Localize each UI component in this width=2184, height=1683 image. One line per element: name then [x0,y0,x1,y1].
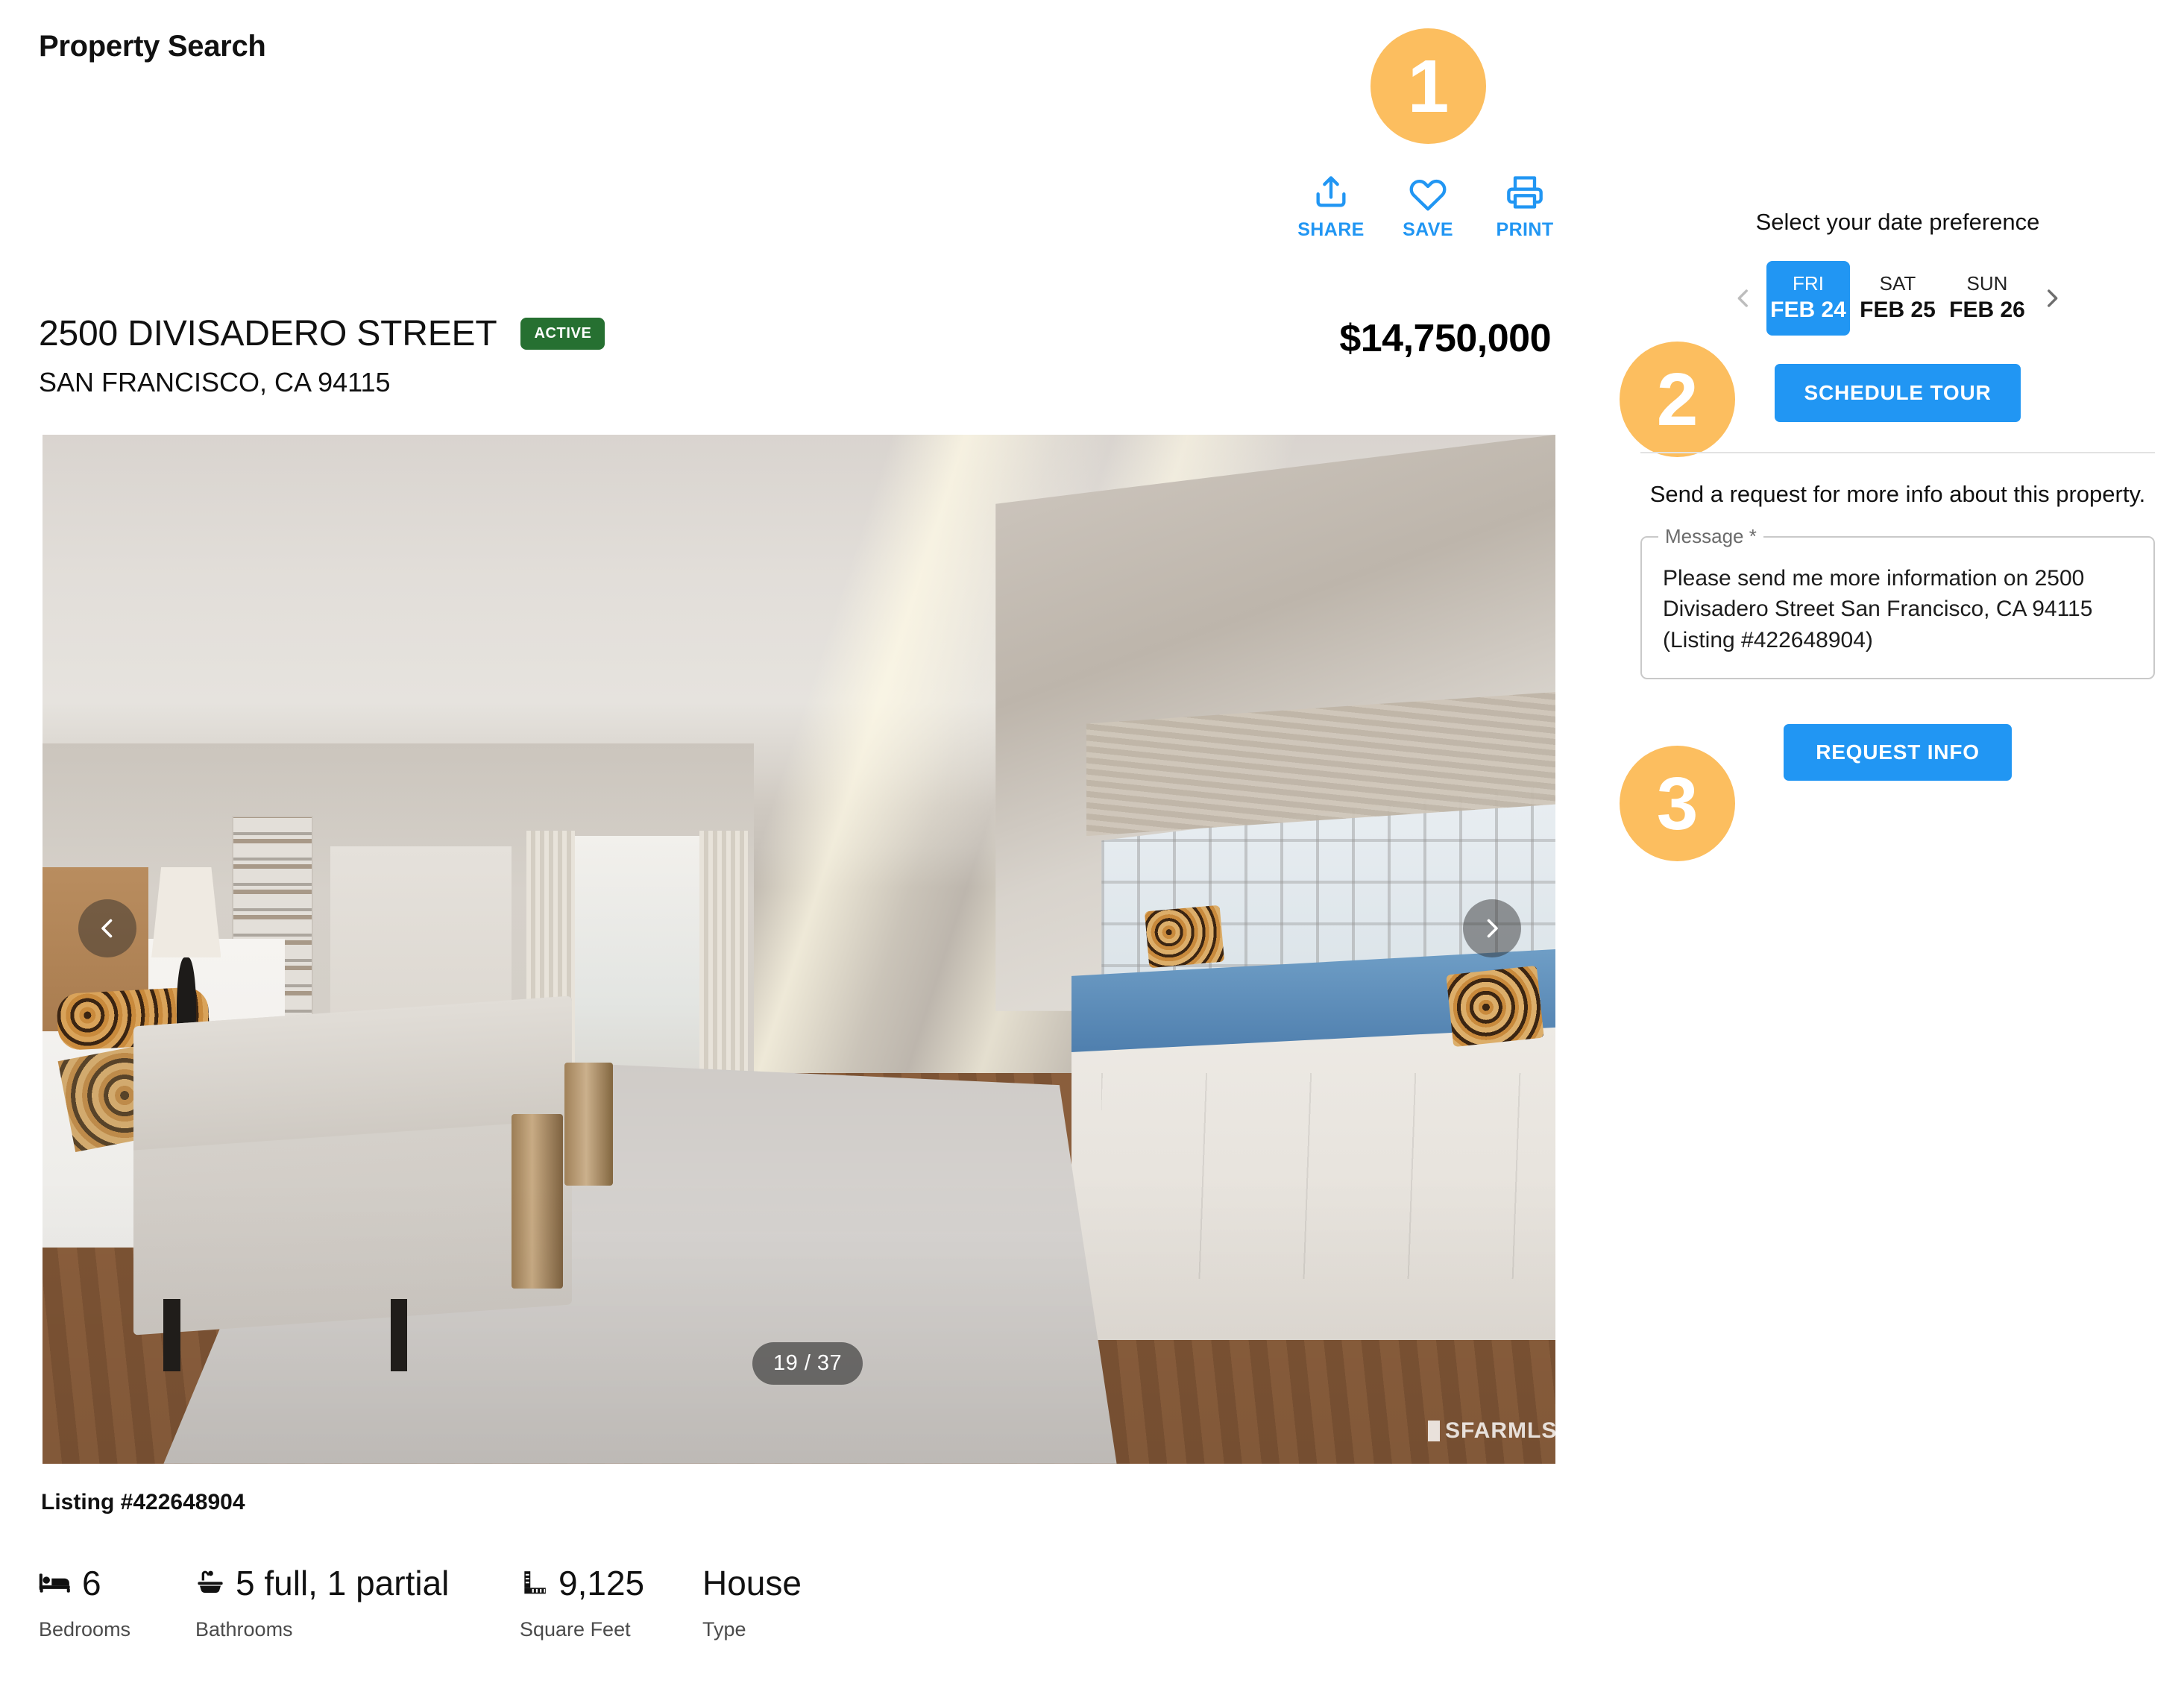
mls-logo-icon [1428,1421,1440,1441]
message-field-legend: Message * [1658,524,1763,548]
listing-number: Listing #422648904 [41,1490,245,1514]
address-line-2: SAN FRANCISCO, CA 94115 [39,367,391,397]
date-month-day: FEB 26 [1949,297,2025,322]
property-specs: 6 Bedrooms 5 full, 1 partial Bathrooms 9… [39,1560,881,1641]
bedrooms-value: 6 [82,1564,101,1602]
printer-icon [1505,173,1544,212]
carousel-next-button[interactable] [1463,899,1521,957]
share-icon [1312,173,1350,212]
page-title: Property Search [39,30,266,63]
type-label: Type [702,1618,746,1640]
photo-carousel[interactable] [43,435,1555,1464]
spec-bathrooms: 5 full, 1 partial Bathrooms [195,1560,520,1641]
chevron-right-icon [2039,286,2065,311]
listing-price: $14,750,000 [1339,317,1551,360]
chevron-right-icon [1479,915,1505,942]
chevron-left-icon [94,915,121,942]
save-button[interactable]: SAVE [1379,173,1476,241]
date-option-sun-feb-26[interactable]: SUN FEB 26 [1945,261,2029,336]
ruler-icon [520,1569,548,1597]
share-button[interactable]: SHARE [1283,173,1379,241]
date-prev-button[interactable] [1723,276,1763,321]
square-feet-label: Square Feet [520,1618,631,1640]
sidebar-divider [1640,452,2155,453]
date-option-sat-feb-25[interactable]: SAT FEB 25 [1856,261,1939,336]
property-photo [43,435,1555,1464]
print-button[interactable]: PRINT [1476,173,1573,241]
type-value: House [702,1564,802,1602]
heart-icon [1409,173,1447,212]
status-badge: ACTIVE [520,318,605,350]
tour-request-sidebar: Select your date preference FRI FEB 24 S… [1640,209,2155,781]
bathrooms-label: Bathrooms [195,1618,293,1640]
address-line-1: 2500 DIVISADERO STREET [39,314,497,353]
property-detail-page: Property Search SHARE SAVE PRINT 1 2 3 2… [0,0,2184,1683]
spec-bedrooms: 6 Bedrooms [39,1560,195,1641]
carousel-prev-button[interactable] [78,899,136,957]
date-dow: FRI [1793,272,1824,295]
square-feet-value: 9,125 [558,1564,645,1602]
action-bar: SHARE SAVE PRINT [1283,173,1573,241]
bed-icon [39,1571,72,1595]
chevron-left-icon [1731,286,1756,311]
date-dow: SUN [1966,272,2008,295]
bath-icon [195,1568,225,1598]
save-label: SAVE [1403,219,1453,240]
date-option-fri-feb-24[interactable]: FRI FEB 24 [1766,261,1850,336]
message-input[interactable]: Please send me more information on 2500 … [1663,563,2133,655]
date-month-day: FEB 24 [1770,297,1846,322]
bedrooms-label: Bedrooms [39,1618,131,1640]
request-info-heading: Send a request for more info about this … [1649,481,2146,507]
date-preference-heading: Select your date preference [1755,209,2040,235]
share-label: SHARE [1297,219,1365,240]
bathrooms-value: 5 full, 1 partial [236,1564,450,1602]
address-row: 2500 DIVISADERO STREET ACTIVE [39,313,605,354]
date-picker: FRI FEB 24 SAT FEB 25 SUN FEB 26 [1640,261,2155,336]
message-field[interactable]: Message * Please send me more informatio… [1640,524,2155,679]
date-next-button[interactable] [2032,276,2072,321]
print-label: PRINT [1496,219,1554,240]
date-month-day: FEB 25 [1860,297,1936,322]
step-badge-1: 1 [1370,28,1486,144]
schedule-tour-button[interactable]: SCHEDULE TOUR [1775,364,2021,422]
mls-watermark-text: SFARMLS [1445,1418,1558,1443]
mls-watermark: SFARMLS [1428,1418,1557,1444]
request-info-button[interactable]: REQUEST INFO [1784,723,2012,781]
spec-type: House Type [702,1560,881,1641]
date-dow: SAT [1879,272,1916,295]
spec-square-feet: 9,125 Square Feet [520,1560,702,1641]
photo-counter: 19 / 37 [752,1342,863,1385]
